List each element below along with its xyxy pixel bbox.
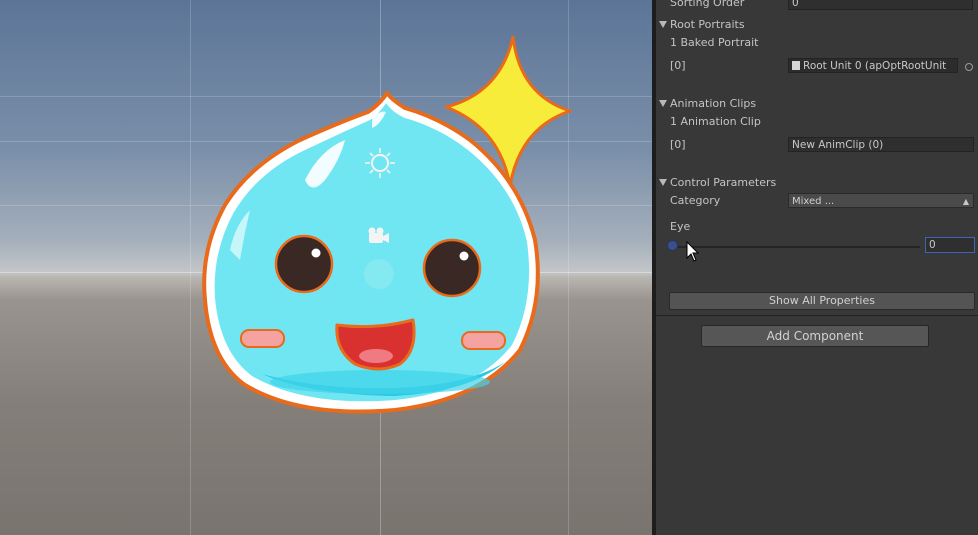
root-portraits-header: Root Portraits — [670, 18, 745, 31]
add-component-button[interactable]: Add Component — [701, 325, 929, 347]
root-portraits-count-row: 1 Baked Portrait — [656, 34, 978, 52]
show-all-properties-button[interactable]: Show All Properties — [669, 292, 975, 310]
eye-param-label: Eye — [670, 220, 691, 233]
slime-shadow — [270, 370, 490, 394]
animation-clips-header: Animation Clips — [670, 97, 757, 110]
animation-clips-foldout[interactable]: Animation Clips — [656, 95, 978, 113]
sorting-order-field[interactable]: 0 — [788, 0, 973, 10]
root-portraits-foldout[interactable]: Root Portraits — [656, 16, 978, 34]
left-cheek — [240, 329, 285, 348]
dropdown-arrows-icon: ▲︎ — [962, 197, 969, 206]
control-parameters-header: Control Parameters — [670, 176, 777, 189]
eye-param-row: Eye — [656, 218, 978, 236]
root-portrait-object-field[interactable]: Root Unit 0 (apOptRootUnit — [788, 58, 958, 73]
script-asset-icon — [792, 61, 800, 70]
animation-clips-count: 1 Animation Clip — [670, 115, 761, 128]
animation-clip-index: [0] — [670, 138, 686, 151]
animation-clip-field[interactable]: New AnimClip (0) — [788, 137, 974, 152]
animation-clips-count-row: 1 Animation Clip — [656, 113, 978, 131]
foldout-arrow-icon[interactable] — [659, 179, 667, 186]
object-picker-icon[interactable] — [965, 63, 973, 71]
sorting-order-row: Sorting Order 0 — [656, 0, 978, 12]
sorting-order-label: Sorting Order — [670, 0, 745, 9]
right-eye-shine — [459, 251, 469, 261]
pivot-gizmo — [364, 259, 394, 289]
right-cheek — [461, 331, 506, 350]
left-eye — [274, 234, 334, 294]
category-dropdown[interactable]: Mixed ... ▲︎ — [788, 193, 974, 208]
left-eye-shine — [311, 248, 321, 258]
root-portrait-index: [0] — [670, 59, 686, 72]
root-portrait-item: [0] Root Unit 0 (apOptRootUnit — [656, 57, 978, 75]
resize-cursor-icon — [686, 241, 700, 262]
eye-slider-knob[interactable] — [667, 240, 678, 251]
foldout-arrow-icon[interactable] — [659, 21, 667, 28]
slime-character[interactable] — [0, 0, 652, 535]
category-label: Category — [670, 194, 721, 207]
control-parameters-foldout[interactable]: Control Parameters — [656, 174, 978, 192]
category-value: Mixed ... — [792, 196, 835, 207]
right-eye — [422, 238, 482, 298]
eye-value-input[interactable]: 0 — [925, 237, 975, 253]
scene-view[interactable] — [0, 0, 652, 535]
root-portraits-count: 1 Baked Portrait — [670, 36, 759, 49]
eye-slider-track[interactable] — [678, 246, 920, 248]
root-portrait-value: Root Unit 0 (apOptRootUnit — [803, 60, 947, 72]
divider — [656, 315, 978, 316]
tongue — [359, 349, 393, 363]
animation-clip-item: [0] New AnimClip (0) — [656, 136, 978, 154]
inspector-panel: Sorting Order 0 Root Portraits 1 Baked P… — [656, 0, 978, 535]
category-row: Category Mixed ... ▲︎ — [656, 192, 978, 210]
foldout-arrow-icon[interactable] — [659, 100, 667, 107]
